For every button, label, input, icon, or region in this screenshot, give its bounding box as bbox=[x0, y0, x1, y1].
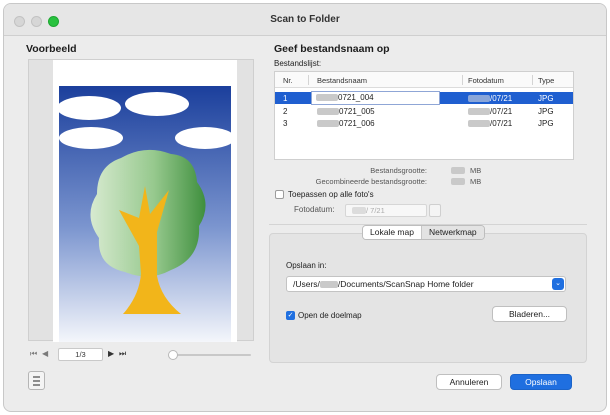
open-folder-label: Open de doelmap bbox=[298, 311, 362, 320]
calendar-icon[interactable] bbox=[429, 204, 441, 217]
scan-to-folder-window: Scan to Folder Voorbeeld ⏮ ◀ 1/3 ▶ ⏭ Gee… bbox=[3, 3, 607, 412]
save-location-group bbox=[269, 233, 587, 363]
photo-date-label: Fotodatum: bbox=[294, 205, 335, 214]
sidebar-toggle-button[interactable] bbox=[28, 371, 45, 390]
first-page-icon[interactable]: ⏮ bbox=[30, 349, 37, 359]
save-location-tabs: Lokale map Netwerkmap bbox=[362, 225, 485, 240]
table-row[interactable]: 2 0721_005 /07/21 JPG bbox=[275, 105, 573, 117]
file-name-edit-field[interactable]: 0721_004 bbox=[311, 91, 440, 105]
photo-date-field[interactable]: / 7/21 bbox=[345, 204, 427, 217]
tab-local-folder[interactable]: Lokale map bbox=[363, 226, 421, 239]
preview-pane bbox=[28, 59, 254, 342]
preview-title: Voorbeeld bbox=[26, 43, 77, 55]
save-in-label: Opslaan in: bbox=[286, 261, 327, 270]
browse-button[interactable]: Bladeren... bbox=[492, 306, 567, 322]
combined-size-label: Gecombineerde bestandsgrootte: bbox=[315, 177, 427, 186]
open-folder-checkbox[interactable]: ✓ bbox=[286, 311, 295, 320]
preview-page-image bbox=[53, 60, 237, 342]
column-header-name[interactable]: Bestandsnaam bbox=[317, 76, 367, 85]
file-list-table: Nr. Bestandsnaam Fotodatum Type 1 0721_0… bbox=[274, 71, 574, 160]
file-name-title: Geef bestandsnaam op bbox=[274, 43, 390, 55]
page-indicator-field[interactable]: 1/3 bbox=[58, 348, 103, 361]
file-size-label: Bestandsgrootte: bbox=[370, 166, 427, 175]
combined-size-unit: MB bbox=[470, 177, 482, 186]
column-header-no[interactable]: Nr. bbox=[283, 76, 293, 85]
table-header: Nr. Bestandsnaam Fotodatum Type bbox=[275, 72, 573, 88]
chevron-down-icon[interactable]: ⌄ bbox=[552, 278, 564, 290]
cancel-button[interactable]: Annuleren bbox=[436, 374, 502, 390]
apply-all-label: Toepassen op alle foto's bbox=[288, 190, 374, 199]
save-path-select[interactable]: /Users//Documents/ScanSnap Home folder ⌄ bbox=[286, 276, 566, 292]
file-list-label: Bestandslijst: bbox=[274, 59, 322, 68]
file-size-unit: MB bbox=[470, 166, 482, 175]
window-title: Scan to Folder bbox=[270, 14, 340, 25]
column-header-type[interactable]: Type bbox=[538, 76, 554, 85]
last-page-icon[interactable]: ⏭ bbox=[119, 349, 126, 359]
next-page-icon[interactable]: ▶ bbox=[108, 349, 114, 358]
save-button[interactable]: Opslaan bbox=[510, 374, 572, 390]
tab-network-folder[interactable]: Netwerkmap bbox=[420, 226, 484, 239]
preview-image bbox=[57, 86, 235, 342]
table-row[interactable]: 3 0721_006 /07/21 JPG bbox=[275, 117, 573, 129]
column-header-date[interactable]: Fotodatum bbox=[468, 76, 504, 85]
apply-all-checkbox[interactable] bbox=[275, 190, 284, 199]
zoom-slider-knob[interactable] bbox=[168, 350, 178, 360]
previous-page-icon[interactable]: ◀ bbox=[42, 349, 48, 358]
title-bar: Scan to Folder bbox=[4, 4, 606, 36]
table-row[interactable]: 1 0721_004 /07/21 JPG bbox=[275, 91, 573, 105]
menu-icon bbox=[33, 376, 40, 378]
zoom-slider-track[interactable] bbox=[173, 354, 251, 356]
